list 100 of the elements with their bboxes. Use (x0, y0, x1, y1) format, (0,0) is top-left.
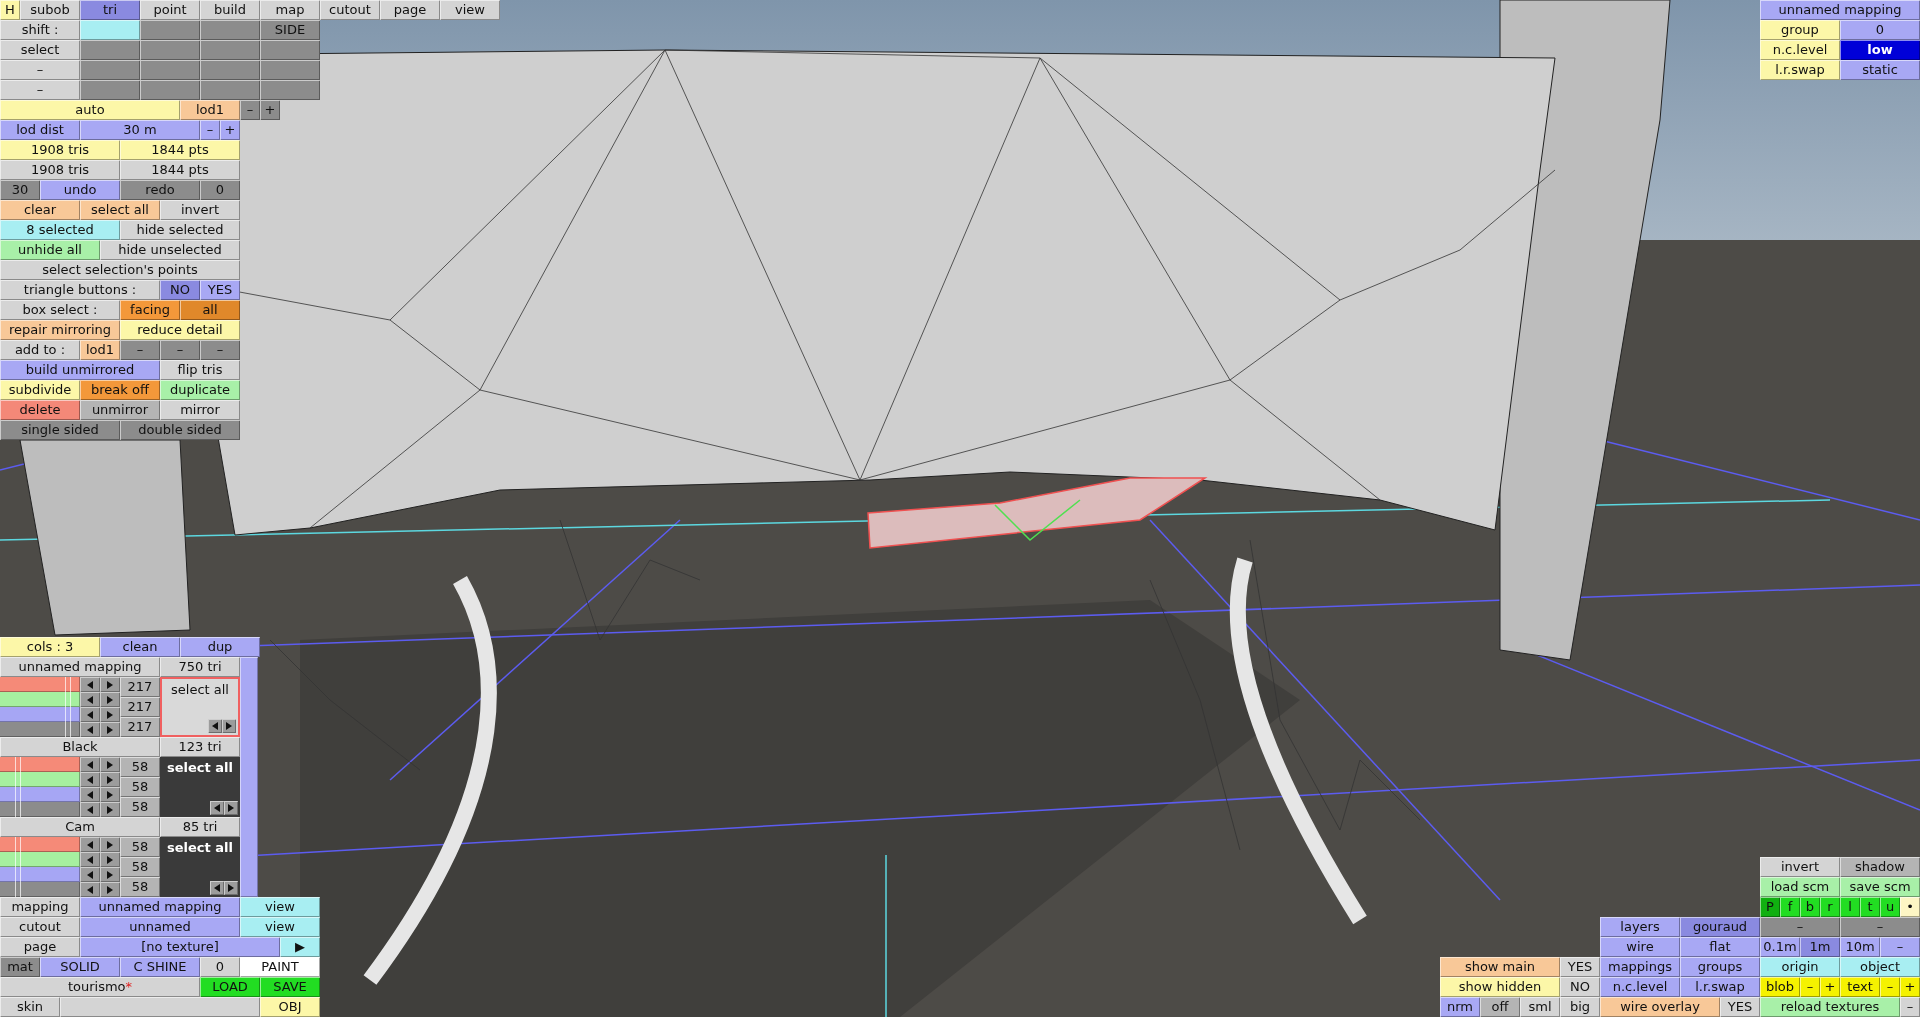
panel-button[interactable]: flip tris (160, 360, 240, 380)
panel-button[interactable]: sml (1520, 997, 1560, 1017)
panel-button[interactable]: clean (100, 637, 180, 657)
panel-button[interactable]: groups (1680, 957, 1760, 977)
color-slider[interactable] (0, 772, 80, 787)
panel-button[interactable]: – (1900, 997, 1920, 1017)
panel-button[interactable]: n.c.level (1600, 977, 1680, 997)
arrow-button[interactable] (100, 837, 120, 852)
panel-button[interactable]: wire (1600, 937, 1680, 957)
color-slider[interactable] (0, 882, 80, 897)
panel-button[interactable]: show hidden (1440, 977, 1560, 997)
arrow-button[interactable] (80, 757, 100, 772)
panel-button[interactable]: mirror (160, 400, 240, 420)
panel-button[interactable]: 30 m (80, 120, 200, 140)
panel-button[interactable]: l.r.swap (1680, 977, 1760, 997)
panel-button[interactable]: show main (1440, 957, 1560, 977)
arrow-button[interactable] (80, 692, 100, 707)
panel-button[interactable]: subdivide (0, 380, 80, 400)
triangle-count[interactable]: 123 tri (160, 737, 240, 757)
panel-button[interactable]: H (0, 0, 20, 20)
panel-button[interactable]: mappings (1600, 957, 1680, 977)
arrow-button[interactable] (80, 707, 100, 722)
panel-button[interactable]: delete (0, 400, 80, 420)
color-slider[interactable] (0, 757, 80, 772)
panel-button[interactable]: view (240, 917, 320, 937)
arrow-button[interactable] (100, 722, 120, 737)
triangle-count[interactable]: 750 tri (160, 657, 240, 677)
arrow-button[interactable] (100, 867, 120, 882)
panel-button[interactable]: save scm (1840, 877, 1920, 897)
panel-button[interactable]: YES (1560, 957, 1600, 977)
panel-button[interactable]: shadow (1840, 857, 1920, 877)
panel-button[interactable]: break off (80, 380, 160, 400)
panel-button[interactable]: text (1840, 977, 1880, 997)
arrow-button[interactable] (208, 719, 222, 733)
color-slider[interactable] (0, 692, 80, 707)
panel-button[interactable]: add to : (0, 340, 80, 360)
panel-button[interactable]: + (1820, 977, 1840, 997)
panel-button[interactable]: P (1760, 897, 1780, 917)
panel-button[interactable]: – (0, 80, 80, 100)
panel-button[interactable]: 1908 tris (0, 140, 120, 160)
panel-button[interactable]: – (200, 120, 220, 140)
panel-button[interactable]: auto (0, 100, 180, 120)
panel-button[interactable]: page (0, 937, 80, 957)
panel-button[interactable]: n.c.level (1760, 40, 1840, 60)
color-slider[interactable] (0, 677, 80, 692)
panel-button[interactable]: all (180, 300, 240, 320)
panel-button[interactable]: 0.1m (1760, 937, 1800, 957)
arrow-button[interactable] (100, 787, 120, 802)
panel-button[interactable]: PAINT (240, 957, 320, 977)
material-name-button[interactable]: Cam (0, 817, 160, 837)
panel-button[interactable]: repair mirroring (0, 320, 120, 340)
panel-button[interactable]: origin (1760, 957, 1840, 977)
color-slider[interactable] (0, 787, 80, 802)
panel-button[interactable]: YES (200, 280, 240, 300)
panel-button[interactable]: • (1900, 897, 1920, 917)
select-all-label[interactable]: select all (171, 682, 229, 697)
panel-button[interactable]: NO (1560, 977, 1600, 997)
panel-button[interactable]: big (1560, 997, 1600, 1017)
color-slider[interactable] (0, 707, 80, 722)
arrow-button[interactable] (80, 772, 100, 787)
arrow-button[interactable] (80, 837, 100, 852)
arrow-button[interactable] (80, 722, 100, 737)
select-all-label[interactable]: select all (167, 840, 233, 855)
panel-button[interactable]: gouraud (1680, 917, 1760, 937)
panel-button[interactable]: box select : (0, 300, 120, 320)
arrow-button[interactable] (224, 881, 238, 895)
panel-button[interactable]: double sided (120, 420, 240, 440)
panel-button[interactable]: – (1760, 917, 1840, 937)
select-all-label[interactable]: select all (167, 760, 233, 775)
panel-button[interactable]: tri (80, 0, 140, 20)
panel-button[interactable]: clear (0, 200, 80, 220)
panel-button[interactable]: static (1840, 60, 1920, 80)
panel-button[interactable]: unhide all (0, 240, 100, 260)
panel-button[interactable]: C SHINE (120, 957, 200, 977)
panel-button[interactable]: hide selected (120, 220, 240, 240)
panel-button[interactable]: 1m (1800, 937, 1840, 957)
color-slider[interactable] (0, 852, 80, 867)
arrow-button[interactable] (100, 802, 120, 817)
panel-button[interactable]: blob (1760, 977, 1800, 997)
panel-button[interactable]: 0 (1840, 20, 1920, 40)
panel-button[interactable]: unnamed (80, 917, 240, 937)
color-swatch[interactable]: select all (160, 757, 240, 817)
triangle-count[interactable]: 85 tri (160, 817, 240, 837)
arrow-button[interactable] (80, 867, 100, 882)
panel-button[interactable]: invert (160, 200, 240, 220)
color-slider[interactable] (0, 837, 80, 852)
color-slider[interactable] (0, 802, 80, 817)
panel-button[interactable]: ▶ (280, 937, 320, 957)
panel-button[interactable]: lod1 (180, 100, 240, 120)
panel-button[interactable]: map (260, 0, 320, 20)
panel-button[interactable]: mat (0, 957, 40, 977)
panel-button[interactable]: r (1820, 897, 1840, 917)
panel-button[interactable]: t (1860, 897, 1880, 917)
panel-button[interactable]: NO (160, 280, 200, 300)
color-slider[interactable] (0, 867, 80, 882)
panel-button[interactable]: – (1800, 977, 1820, 997)
panel-button[interactable]: YES (1720, 997, 1760, 1017)
arrow-button[interactable] (100, 707, 120, 722)
material-name-button[interactable]: Black (0, 737, 160, 757)
panel-button[interactable]: mapping (0, 897, 80, 917)
